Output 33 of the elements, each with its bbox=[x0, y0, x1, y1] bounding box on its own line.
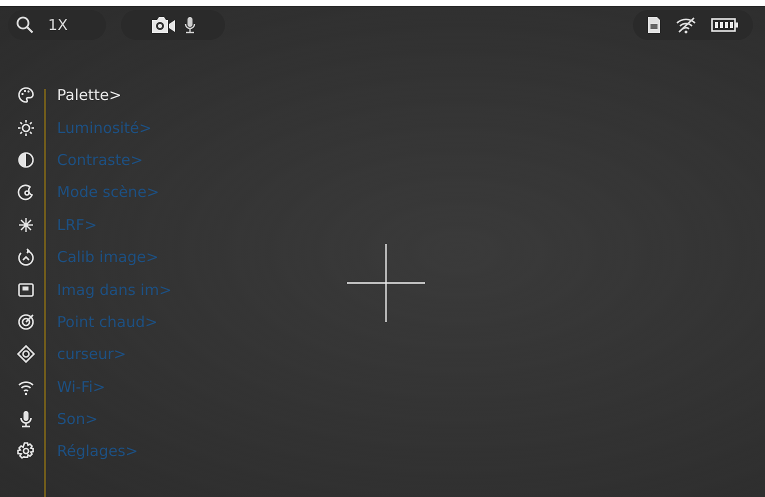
camera-icon bbox=[150, 16, 176, 34]
menu-item[interactable]: Réglages> bbox=[57, 442, 138, 460]
menu-item[interactable]: Luminosité> bbox=[57, 118, 152, 137]
target-icon bbox=[17, 312, 35, 331]
menu-item[interactable]: Contraste> bbox=[57, 150, 143, 169]
sun-icon bbox=[17, 118, 35, 137]
zoom-pill[interactable]: 1X bbox=[8, 10, 106, 40]
microphone-icon bbox=[184, 16, 196, 34]
palette-icon bbox=[17, 86, 35, 104]
zoom-level: 1X bbox=[48, 16, 68, 34]
settings-icon bbox=[17, 442, 35, 460]
menu-item[interactable]: Imag dans im> bbox=[57, 280, 172, 299]
menu-item[interactable]: Wi-Fi> bbox=[57, 378, 106, 396]
record-pill[interactable] bbox=[121, 10, 225, 40]
contrast-icon bbox=[17, 150, 35, 169]
crosshair-icon bbox=[347, 244, 425, 322]
menu-item[interactable]: Palette> bbox=[57, 86, 122, 104]
wifi-off-icon bbox=[675, 16, 697, 34]
menu-item[interactable]: Son> bbox=[57, 410, 98, 428]
menu-item[interactable]: Point chaud> bbox=[57, 312, 158, 331]
calibration-icon bbox=[17, 248, 35, 266]
microphone-icon bbox=[17, 410, 35, 428]
menu-item[interactable]: curseur> bbox=[57, 345, 126, 364]
battery-icon bbox=[711, 17, 739, 33]
cursor-icon bbox=[17, 345, 35, 364]
laser-icon bbox=[17, 216, 35, 234]
moon-icon bbox=[17, 183, 35, 202]
menu-item[interactable]: Mode scène> bbox=[57, 183, 160, 202]
picture-in-picture-icon bbox=[17, 280, 35, 299]
menu-item[interactable]: LRF> bbox=[57, 216, 97, 234]
search-icon bbox=[16, 16, 34, 34]
sd-card-icon bbox=[647, 16, 661, 34]
menu-item[interactable]: Calib image> bbox=[57, 248, 159, 266]
